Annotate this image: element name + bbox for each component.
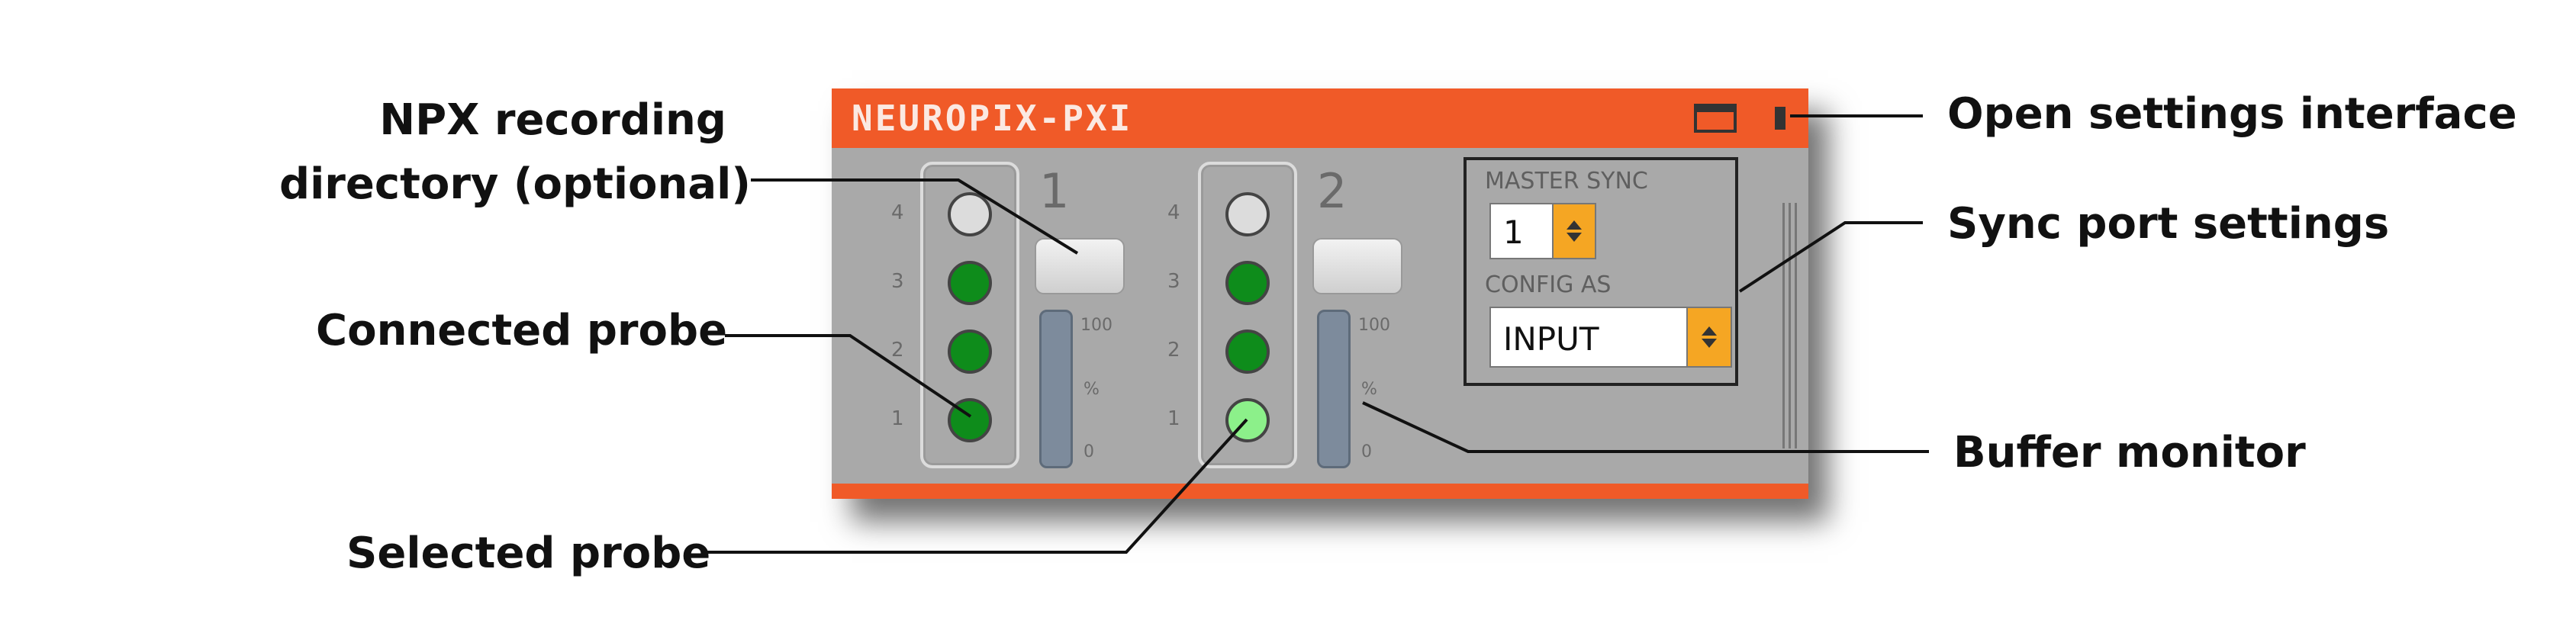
callout-selected-probe: Selected probe [346,529,711,578]
buffer-min-label: 0 [1361,442,1372,461]
panel-title: NEUROPIX-PXI [852,98,1133,139]
port-label: 1 [1167,407,1180,430]
callout-sync-settings: Sync port settings [1947,199,2390,249]
buffer-unit-label: % [1361,380,1377,399]
port-label: 2 [1167,339,1180,362]
open-settings-window-icon[interactable] [1694,104,1737,133]
probe-port-4-led[interactable] [948,192,992,236]
probe-port-2-led[interactable] [1225,329,1270,374]
scroll-rails [1782,203,1799,448]
panel-header: NEUROPIX-PXI [832,88,1808,148]
probe-port-1-led[interactable] [948,398,992,442]
callout-npx-directory: NPX recording directory (optional) [279,88,751,217]
master-sync-select[interactable]: 1 [1489,203,1596,259]
buffer-max-label: 100 [1358,316,1390,335]
probe-port-1-led[interactable] [1225,398,1270,442]
buffer-max-label: 100 [1080,316,1113,335]
tab-icon[interactable] [1775,107,1785,130]
config-as-value: INPUT [1503,320,1599,358]
callout-buffer-monitor: Buffer monitor [1953,428,2306,477]
port-label: 3 [1167,270,1180,293]
npx-directory-button[interactable] [1312,238,1402,294]
buffer-meter [1317,310,1351,468]
buffer-min-label: 0 [1084,442,1094,461]
master-sync-value: 1 [1503,214,1524,251]
config-as-select[interactable]: INPUT [1489,307,1732,368]
port-label: 2 [891,339,904,362]
panel-footer [832,484,1808,499]
port-label: 3 [891,270,904,293]
buffer-unit-label: % [1084,380,1100,399]
slot-number: 2 [1317,163,1348,219]
port-label: 1 [891,407,904,430]
config-as-label: CONFIG AS [1485,272,1612,298]
buffer-meter [1039,310,1073,468]
sync-settings-box: MASTER SYNC 1 CONFIG AS INPUT [1463,157,1738,386]
probe-port-3-led[interactable] [948,261,992,305]
callout-connected-probe: Connected probe [316,306,728,355]
slot-number: 1 [1039,163,1070,219]
callout-open-settings: Open settings interface [1947,89,2517,139]
callout-npx-directory-line2: directory (optional) [279,159,751,209]
callout-npx-directory-line1: NPX recording [379,95,726,145]
probe-port-4-led[interactable] [1225,192,1270,236]
probe-port-3-led[interactable] [1225,261,1270,305]
npx-directory-button[interactable] [1035,238,1125,294]
probe-port-2-led[interactable] [948,329,992,374]
master-sync-label: MASTER SYNC [1485,168,1648,194]
port-label: 4 [891,201,904,224]
master-sync-arrows-icon[interactable] [1552,204,1595,258]
config-as-arrows-icon[interactable] [1686,308,1731,366]
neuropix-plugin-panel: NEUROPIX-PXI 4 3 2 1 1 100 % 0 4 3 2 1 2 [832,88,1808,499]
port-label: 4 [1167,201,1180,224]
